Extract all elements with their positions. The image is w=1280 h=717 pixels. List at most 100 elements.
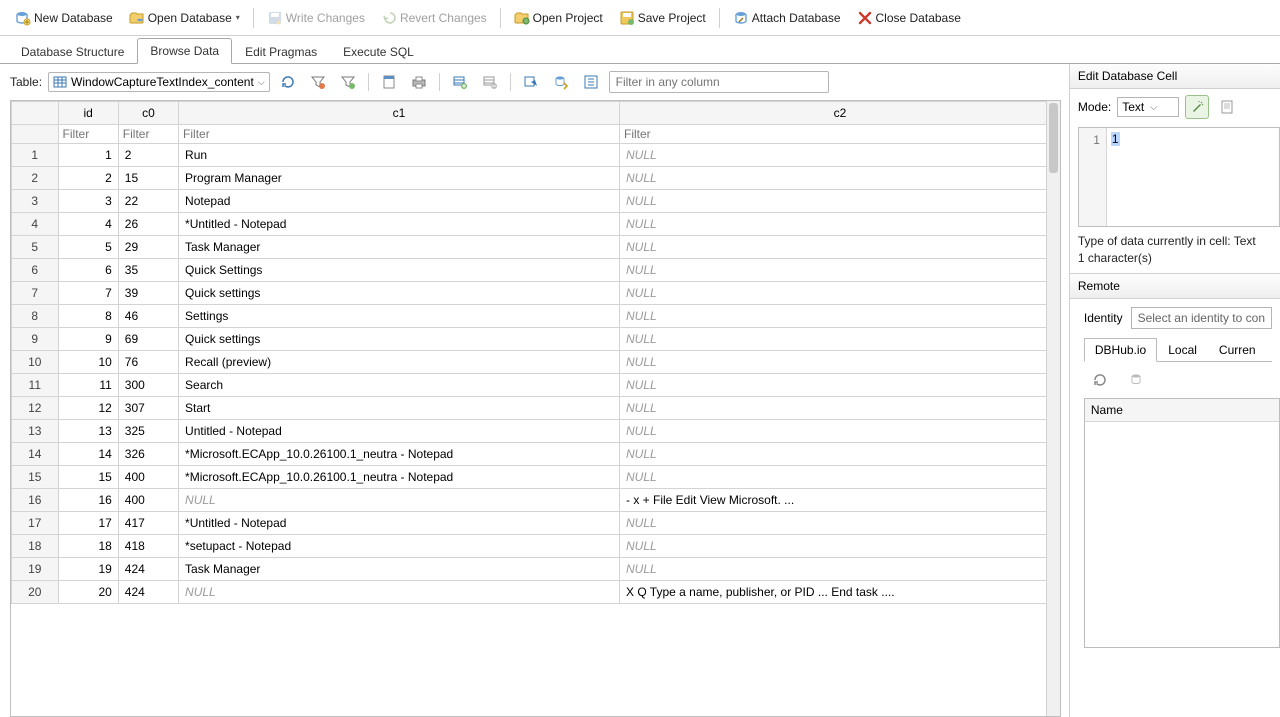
column-header-c1[interactable]: c1 xyxy=(179,102,620,125)
export-button[interactable] xyxy=(549,70,573,94)
cell-id[interactable]: 5 xyxy=(58,236,118,259)
cell-id[interactable]: 11 xyxy=(58,374,118,397)
cell-c1[interactable]: NULL xyxy=(179,489,620,512)
cell-c0[interactable]: 418 xyxy=(118,535,178,558)
cell-c1[interactable]: *Microsoft.ECApp_10.0.26100.1_neutra - N… xyxy=(179,466,620,489)
cell-c1[interactable]: Untitled - Notepad xyxy=(179,420,620,443)
cell-c0[interactable]: 15 xyxy=(118,167,178,190)
cell-c0[interactable]: 325 xyxy=(118,420,178,443)
attach-database-button[interactable]: Attach Database xyxy=(726,6,848,30)
filter-c1-input[interactable] xyxy=(183,127,615,141)
cell-c2[interactable]: NULL xyxy=(620,512,1061,535)
filter-c2-input[interactable] xyxy=(624,127,1056,141)
delete-record-button[interactable] xyxy=(478,70,502,94)
cell-c1[interactable]: Quick Settings xyxy=(179,259,620,282)
tab-edit-pragmas[interactable]: Edit Pragmas xyxy=(232,39,330,64)
table-row[interactable]: 6635Quick SettingsNULL xyxy=(12,259,1061,282)
cell-c1[interactable]: Start xyxy=(179,397,620,420)
open-database-button[interactable]: Open Database ▾ xyxy=(122,6,247,30)
row-header[interactable]: 14 xyxy=(12,443,59,466)
cell-c0[interactable]: 300 xyxy=(118,374,178,397)
filter-c0-input[interactable] xyxy=(123,127,174,141)
table-row[interactable]: 8846SettingsNULL xyxy=(12,305,1061,328)
cell-c0[interactable]: 326 xyxy=(118,443,178,466)
cell-id[interactable]: 4 xyxy=(58,213,118,236)
cell-c2[interactable]: NULL xyxy=(620,144,1061,167)
table-row[interactable]: 1717417*Untitled - NotepadNULL xyxy=(12,512,1061,535)
cell-c1[interactable]: Search xyxy=(179,374,620,397)
row-header[interactable]: 13 xyxy=(12,420,59,443)
cell-id[interactable]: 13 xyxy=(58,420,118,443)
cell-c1[interactable]: Recall (preview) xyxy=(179,351,620,374)
view-text-button[interactable] xyxy=(1215,95,1239,119)
cell-c1[interactable]: Run xyxy=(179,144,620,167)
cell-c0[interactable]: 26 xyxy=(118,213,178,236)
grid-scrollbar[interactable] xyxy=(1046,101,1060,716)
cell-c2[interactable]: NULL xyxy=(620,351,1061,374)
column-header-c2[interactable]: c2 xyxy=(620,102,1061,125)
cell-id[interactable]: 19 xyxy=(58,558,118,581)
conditional-format-button[interactable] xyxy=(579,70,603,94)
cell-id[interactable]: 17 xyxy=(58,512,118,535)
column-header-c0[interactable]: c0 xyxy=(118,102,178,125)
open-project-button[interactable]: Open Project xyxy=(507,6,610,30)
revert-changes-button[interactable]: Revert Changes xyxy=(374,6,494,30)
cell-c1[interactable]: NULL xyxy=(179,581,620,604)
table-row[interactable]: 7739Quick settingsNULL xyxy=(12,282,1061,305)
cell-c2[interactable]: NULL xyxy=(620,420,1061,443)
filter-id-input[interactable] xyxy=(63,127,114,141)
cell-c2[interactable]: NULL xyxy=(620,374,1061,397)
cell-c1[interactable]: Program Manager xyxy=(179,167,620,190)
close-database-button[interactable]: Close Database xyxy=(850,6,968,30)
cell-id[interactable]: 10 xyxy=(58,351,118,374)
cell-c2[interactable]: NULL xyxy=(620,535,1061,558)
row-header[interactable]: 5 xyxy=(12,236,59,259)
cell-c0[interactable]: 424 xyxy=(118,581,178,604)
cell-c0[interactable]: 35 xyxy=(118,259,178,282)
write-changes-button[interactable]: Write Changes xyxy=(260,6,372,30)
cell-c2[interactable]: NULL xyxy=(620,305,1061,328)
cell-id[interactable]: 9 xyxy=(58,328,118,351)
column-header-id[interactable]: id xyxy=(58,102,118,125)
cell-id[interactable]: 8 xyxy=(58,305,118,328)
row-header[interactable]: 19 xyxy=(12,558,59,581)
cell-c0[interactable]: 2 xyxy=(118,144,178,167)
row-header[interactable]: 4 xyxy=(12,213,59,236)
cell-c2[interactable]: NULL xyxy=(620,236,1061,259)
cell-c0[interactable]: 69 xyxy=(118,328,178,351)
cell-c2[interactable]: NULL xyxy=(620,443,1061,466)
cell-c0[interactable]: 400 xyxy=(118,489,178,512)
new-database-button[interactable]: New Database xyxy=(8,6,120,30)
table-row[interactable]: 1818418*setupact - NotepadNULL xyxy=(12,535,1061,558)
save-filter-button[interactable] xyxy=(336,70,360,94)
table-row[interactable]: 2215Program ManagerNULL xyxy=(12,167,1061,190)
cell-c1[interactable]: Notepad xyxy=(179,190,620,213)
cell-id[interactable]: 3 xyxy=(58,190,118,213)
row-header[interactable]: 8 xyxy=(12,305,59,328)
cell-id[interactable]: 2 xyxy=(58,167,118,190)
row-header[interactable]: 12 xyxy=(12,397,59,420)
table-row[interactable]: 1515400*Microsoft.ECApp_10.0.26100.1_neu… xyxy=(12,466,1061,489)
remote-tab-current[interactable]: Curren xyxy=(1208,338,1267,362)
row-header[interactable]: 20 xyxy=(12,581,59,604)
row-header[interactable]: 1 xyxy=(12,144,59,167)
cell-id[interactable]: 18 xyxy=(58,535,118,558)
table-row[interactable]: 112RunNULL xyxy=(12,144,1061,167)
cell-editor[interactable]: 1 1 xyxy=(1078,127,1280,227)
row-header[interactable]: 15 xyxy=(12,466,59,489)
table-row[interactable]: 4426*Untitled - NotepadNULL xyxy=(12,213,1061,236)
save-project-button[interactable]: Save Project xyxy=(612,6,713,30)
cell-c1[interactable]: Quick settings xyxy=(179,282,620,305)
table-row[interactable]: 1212307StartNULL xyxy=(12,397,1061,420)
cell-c0[interactable]: 76 xyxy=(118,351,178,374)
cell-c2[interactable]: X Q Type a name, publisher, or PID ... E… xyxy=(620,581,1061,604)
table-row[interactable]: 1313325Untitled - NotepadNULL xyxy=(12,420,1061,443)
row-header[interactable]: 7 xyxy=(12,282,59,305)
table-row[interactable]: 1616400NULL- x + File Edit View Microsof… xyxy=(12,489,1061,512)
row-header[interactable]: 3 xyxy=(12,190,59,213)
cell-id[interactable]: 15 xyxy=(58,466,118,489)
clear-filters-button[interactable] xyxy=(306,70,330,94)
row-header[interactable]: 6 xyxy=(12,259,59,282)
cell-c2[interactable]: NULL xyxy=(620,282,1061,305)
table-select[interactable]: WindowCaptureTextIndex_content ⌵ xyxy=(48,72,270,92)
